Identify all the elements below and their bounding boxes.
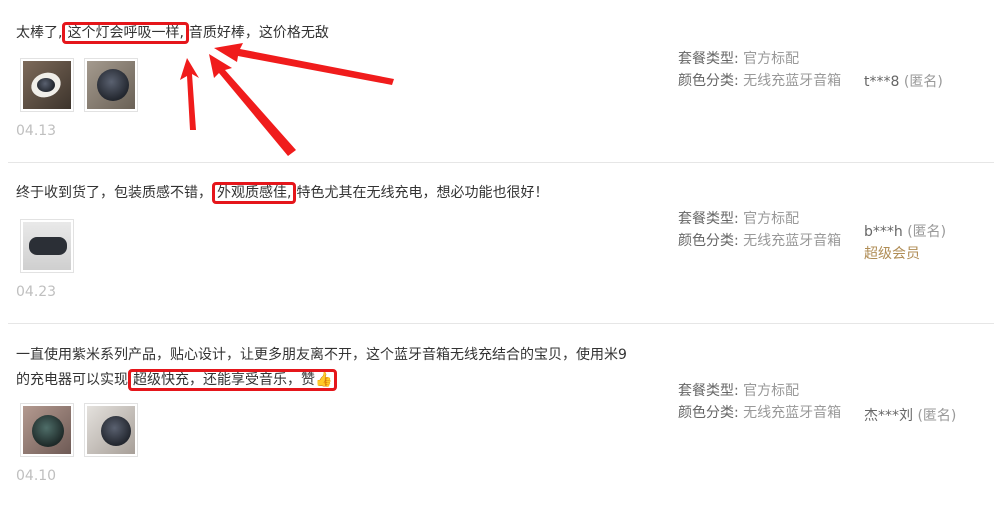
package-value: 官方标配 — [743, 211, 800, 227]
color-value: 无线充蓝牙音箱 — [743, 73, 842, 89]
review-text-segment: 太棒了, — [16, 25, 63, 41]
review-text-segment: 特色尤其在无线充电，想必功能也很好！ — [296, 185, 549, 201]
review-text: 一直使用紫米系列产品，贴心设计，让更多朋友离不开，这个蓝牙音箱无线充结合的宝贝，… — [16, 343, 636, 393]
reviewer: t***8 (匿名) — [864, 71, 943, 93]
color-label: 颜色分类: — [678, 233, 739, 249]
package-value: 官方标配 — [743, 51, 800, 67]
review-photos — [20, 403, 138, 457]
review-date: 04.13 — [16, 123, 57, 139]
package-label: 套餐类型: — [678, 383, 739, 399]
review-photos — [20, 58, 138, 112]
reviewer-name: 杰***刘 — [864, 408, 913, 424]
review-photo[interactable] — [84, 403, 138, 457]
review-text-segment: 终于收到货了，包装质感不错， — [16, 185, 212, 201]
package-label: 套餐类型: — [678, 211, 739, 227]
reviewer: b***h (匿名) 超级会员 — [864, 221, 946, 265]
review-text-segment: 音质好棒，这价格无敌 — [188, 25, 329, 41]
review-date: 04.23 — [16, 284, 57, 300]
member-badge: 超级会员 — [864, 246, 920, 262]
color-label: 颜色分类: — [678, 73, 739, 89]
review-sku-info: 套餐类型: 官方标配 颜色分类: 无线充蓝牙音箱 — [678, 48, 858, 92]
package-label: 套餐类型: — [678, 51, 739, 67]
reviewer-name: b***h — [864, 224, 903, 240]
highlighted-phrase: 超级快充，还能享受音乐，赞👍 — [128, 369, 338, 391]
color-value: 无线充蓝牙音箱 — [743, 233, 842, 249]
review-photo[interactable] — [20, 58, 74, 112]
review-item: 太棒了, 这个灯会呼吸一样, 音质好棒，这价格无敌 04.13 套餐类型: 官方标配… — [8, 0, 994, 163]
color-label: 颜色分类: — [678, 405, 739, 421]
review-item: 终于收到货了，包装质感不错， 外观质感佳, 特色尤其在无线充电，想必功能也很好！ 0… — [8, 162, 994, 324]
anonymous-tag: (匿名) — [907, 224, 947, 240]
color-value: 无线充蓝牙音箱 — [743, 405, 842, 421]
reviewer-name: t***8 — [864, 74, 900, 90]
highlighted-phrase: 这个灯会呼吸一样, — [62, 22, 189, 44]
review-date: 04.10 — [16, 468, 57, 484]
anonymous-tag: (匿名) — [903, 74, 943, 90]
review-photo[interactable] — [84, 58, 138, 112]
review-photo[interactable] — [20, 219, 74, 273]
review-photo[interactable] — [20, 403, 74, 457]
reviewer: 杰***刘 (匿名) — [864, 405, 956, 427]
review-item: 一直使用紫米系列产品，贴心设计，让更多朋友离不开，这个蓝牙音箱无线充结合的宝贝，… — [8, 323, 994, 507]
review-text: 终于收到货了，包装质感不错， 外观质感佳, 特色尤其在无线充电，想必功能也很好！ — [16, 181, 636, 206]
review-text: 太棒了, 这个灯会呼吸一样, 音质好棒，这价格无敌 — [16, 21, 636, 46]
highlighted-phrase: 外观质感佳, — [212, 182, 297, 204]
package-value: 官方标配 — [743, 383, 800, 399]
review-sku-info: 套餐类型: 官方标配 颜色分类: 无线充蓝牙音箱 — [678, 380, 858, 424]
anonymous-tag: (匿名) — [917, 408, 957, 424]
review-photos — [20, 219, 74, 273]
review-sku-info: 套餐类型: 官方标配 颜色分类: 无线充蓝牙音箱 — [678, 208, 858, 252]
